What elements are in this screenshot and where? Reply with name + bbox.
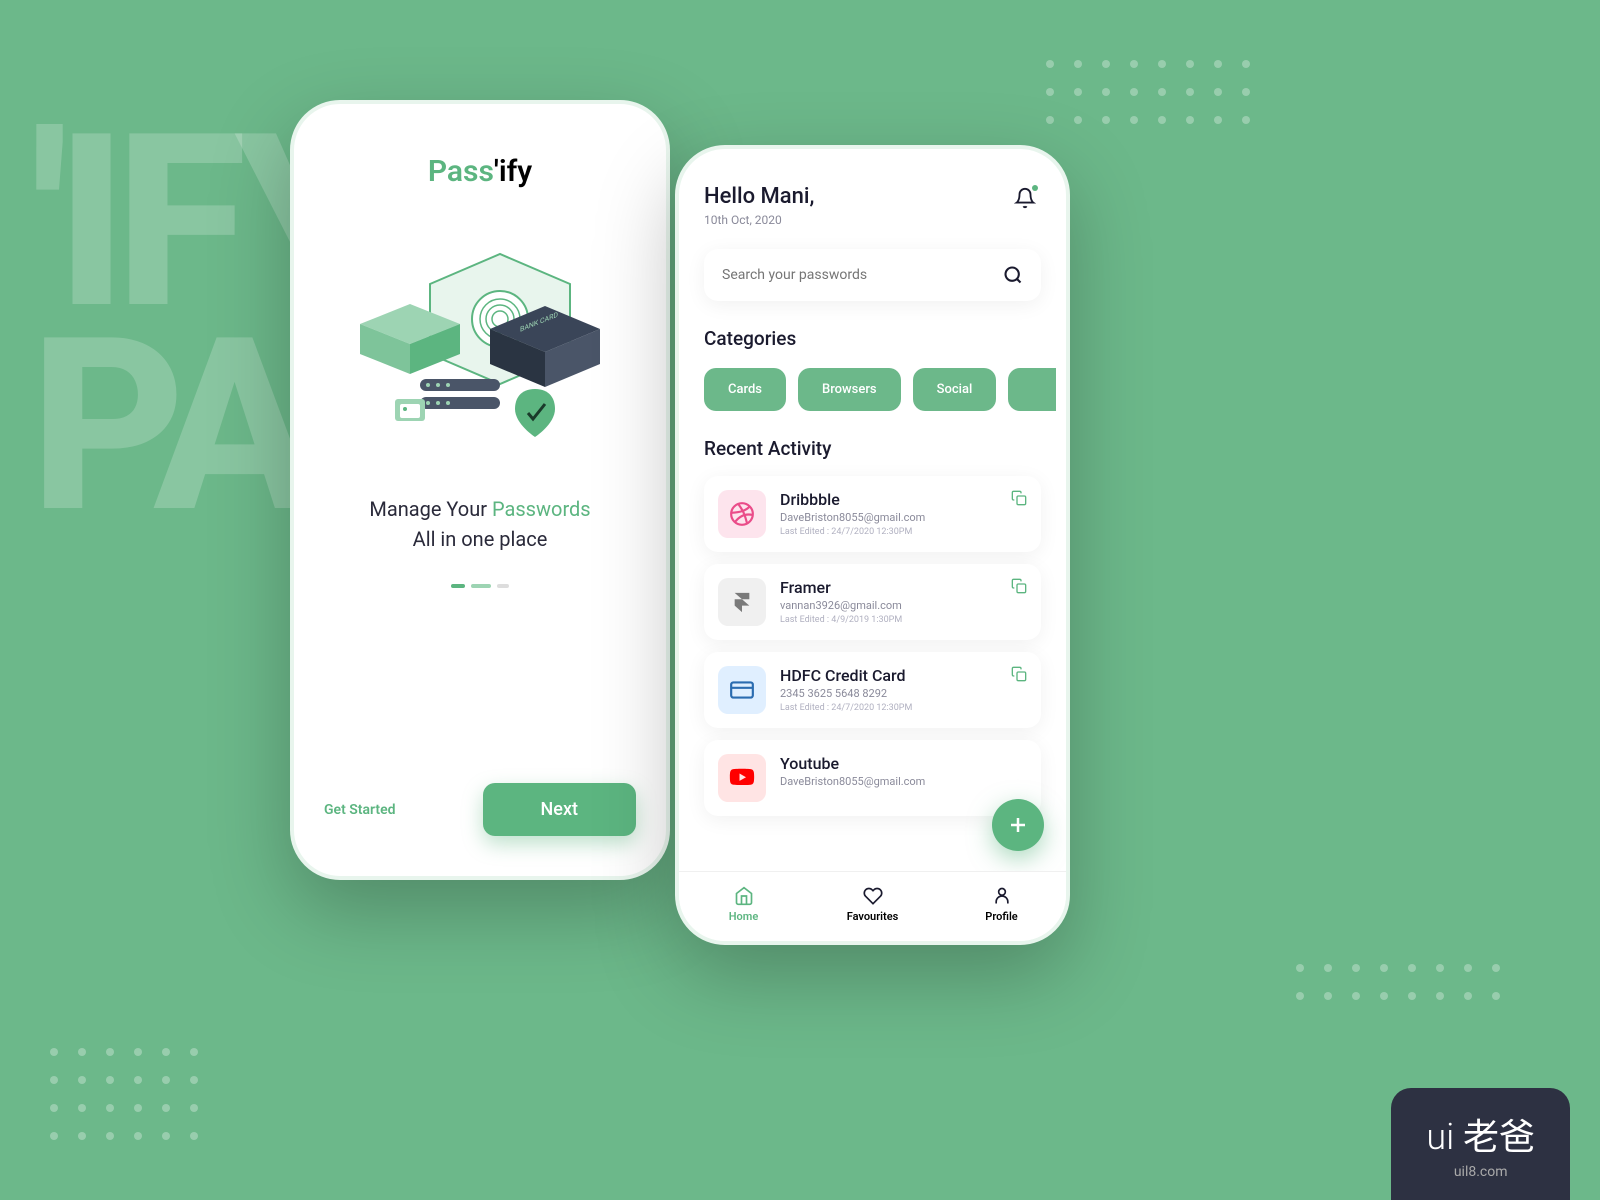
item-subtitle: 2345 3625 5648 8292 xyxy=(780,687,1027,700)
tagline: Manage Your Passwords All in one place xyxy=(324,494,636,554)
list-item[interactable]: HDFC Credit Card 2345 3625 5648 8292 Las… xyxy=(704,652,1041,728)
item-title: Youtube xyxy=(780,754,1027,773)
item-subtitle: DaveBriston8055@gmail.com xyxy=(780,511,1027,524)
list-item[interactable]: Framer vannan3926@gmail.com Last Edited … xyxy=(704,564,1041,640)
framer-icon xyxy=(718,578,766,626)
category-social[interactable]: Social xyxy=(913,368,997,411)
list-item[interactable]: Youtube DaveBriston8055@gmail.com xyxy=(704,740,1041,816)
category-browsers[interactable]: Browsers xyxy=(798,368,901,411)
plus-icon xyxy=(1006,813,1030,837)
progress-indicator xyxy=(324,584,636,588)
copy-icon[interactable] xyxy=(1011,666,1027,682)
add-button[interactable] xyxy=(992,799,1044,851)
decorative-dots xyxy=(1296,964,1500,1000)
activity-list: Dribbble DaveBriston8055@gmail.com Last … xyxy=(704,476,1041,776)
copy-icon[interactable] xyxy=(1011,490,1027,506)
item-title: Dribbble xyxy=(780,490,1027,509)
item-title: HDFC Credit Card xyxy=(780,666,1027,685)
recent-activity-title: Recent Activity xyxy=(704,437,1041,460)
profile-icon xyxy=(992,886,1012,906)
nav-profile[interactable]: Profile xyxy=(937,886,1066,923)
phone-onboarding: Pass'ify BANK CARD xyxy=(290,100,670,880)
heart-icon xyxy=(863,886,883,906)
categories-title: Categories xyxy=(704,327,1041,350)
greeting: Hello Mani, 10th Oct, 2020 xyxy=(704,184,1041,227)
phone-home: Hello Mani, 10th Oct, 2020 Categories Ca… xyxy=(675,145,1070,945)
watermark: ui 老爸 uil8.com xyxy=(1391,1088,1570,1200)
next-button[interactable]: Next xyxy=(483,783,636,836)
notification-bell-icon[interactable] xyxy=(1014,187,1036,213)
bottom-nav: Home Favourites Profile xyxy=(679,871,1066,941)
home-icon xyxy=(734,886,754,906)
search-input[interactable] xyxy=(722,267,1003,283)
decorative-dots xyxy=(1046,60,1250,124)
copy-icon[interactable] xyxy=(1011,578,1027,594)
dribbble-icon xyxy=(718,490,766,538)
youtube-icon xyxy=(718,754,766,802)
search-bar[interactable] xyxy=(704,249,1041,301)
nav-favourites[interactable]: Favourites xyxy=(808,886,937,923)
item-subtitle: DaveBriston8055@gmail.com xyxy=(780,775,1027,788)
get-started-link[interactable]: Get Started xyxy=(324,802,396,818)
item-subtitle: vannan3926@gmail.com xyxy=(780,599,1027,612)
credit-card-icon xyxy=(718,666,766,714)
category-cards[interactable]: Cards xyxy=(704,368,786,411)
security-illustration: BANK CARD xyxy=(360,244,600,454)
search-icon xyxy=(1003,265,1023,285)
categories-row: Cards Browsers Social xyxy=(704,368,1041,411)
item-meta: Last Edited : 24/7/2020 12:30PM xyxy=(780,703,1027,713)
category-more[interactable] xyxy=(1008,368,1056,411)
app-title: Pass'ify xyxy=(324,154,636,189)
decorative-dots xyxy=(50,1048,198,1140)
item-meta: Last Edited : 4/9/2019 1:30PM xyxy=(780,615,1027,625)
nav-home[interactable]: Home xyxy=(679,886,808,923)
item-title: Framer xyxy=(780,578,1027,597)
list-item[interactable]: Dribbble DaveBriston8055@gmail.com Last … xyxy=(704,476,1041,552)
item-meta: Last Edited : 24/7/2020 12:30PM xyxy=(780,527,1027,537)
